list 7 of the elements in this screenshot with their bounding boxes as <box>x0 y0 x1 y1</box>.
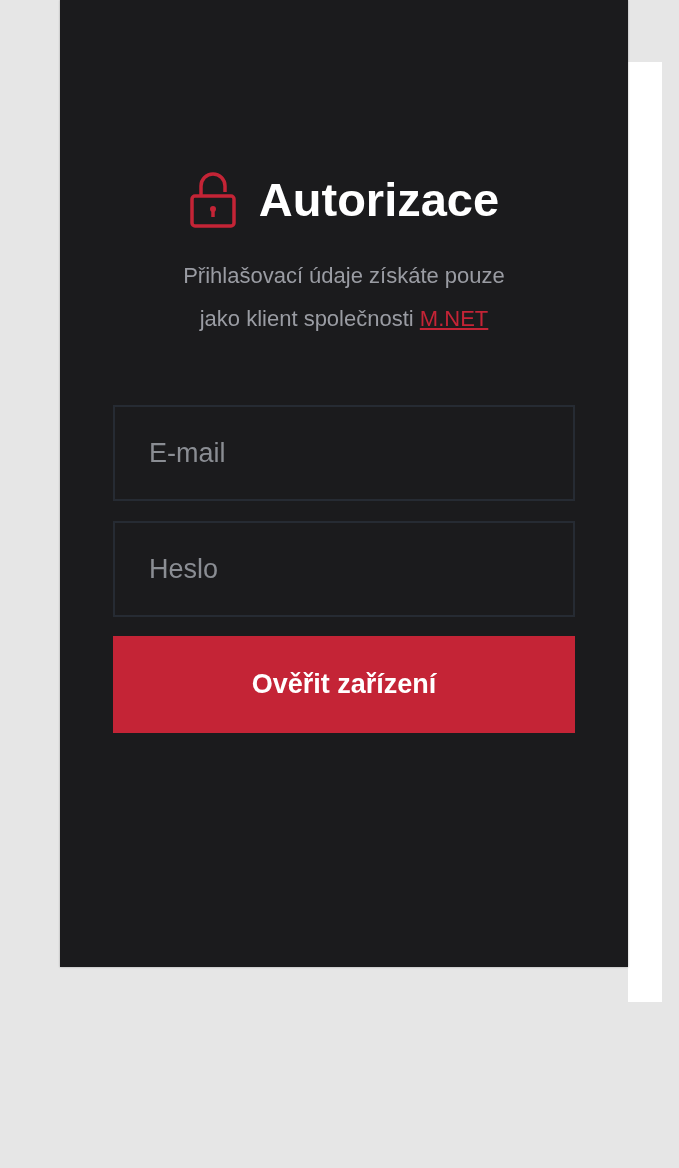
subtitle: Přihlašovací údaje získáte pouze jako klient společnosti M.NET <box>183 262 505 333</box>
input-field[interactable]: E-mail <box>113 405 575 501</box>
verify-button[interactable]: Ověřit zařízení <box>113 636 575 733</box>
input-field[interactable]: Heslo <box>113 521 575 617</box>
company-link[interactable]: M.NET <box>419 306 489 331</box>
lock-icon <box>188 170 237 228</box>
title: Autorizace <box>258 175 500 223</box>
